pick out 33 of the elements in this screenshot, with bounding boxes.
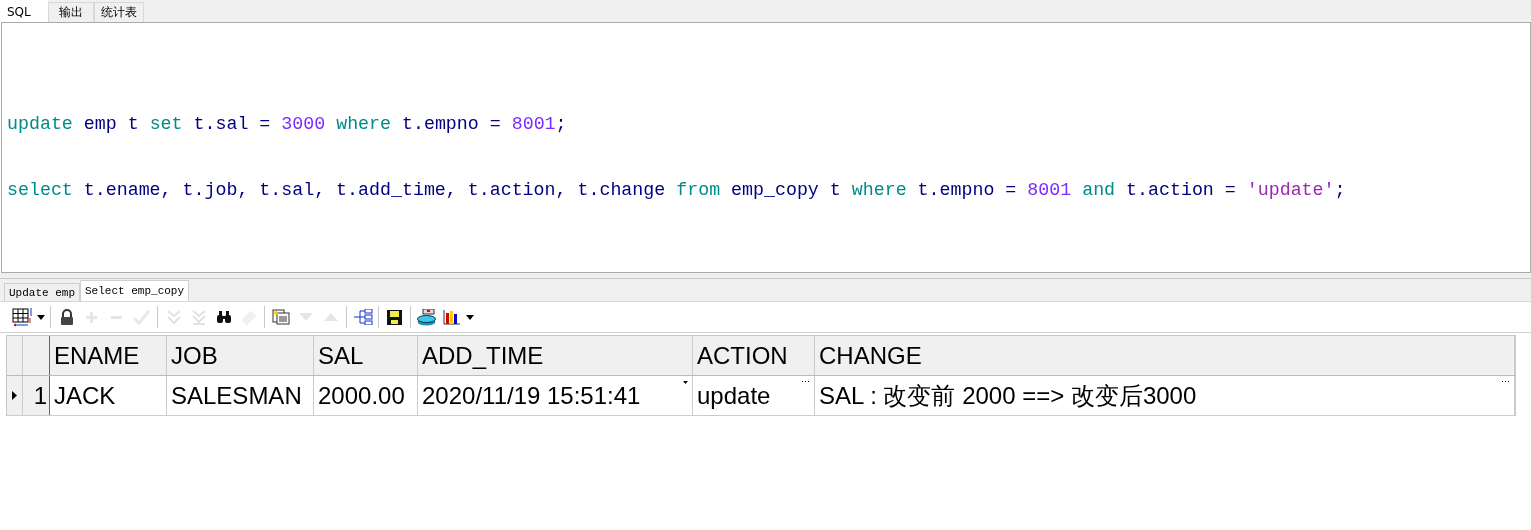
dropdown-arrow-icon[interactable]	[466, 314, 474, 320]
table-cell: 2000.00	[318, 381, 405, 410]
document-icon[interactable]	[271, 309, 290, 325]
database-icon[interactable]	[417, 308, 436, 326]
lock-icon[interactable]	[59, 308, 74, 326]
code-line: select t.ename, t.job, t.sal, t.add_time, t.action, t.change from emp_copy t where t.empno = 8001 and t.action = 'update';	[7, 179, 1347, 202]
column-header[interactable]: SAL	[314, 336, 418, 375]
column-header[interactable]: ADD_TIME	[418, 336, 693, 375]
dropdown-arrow-icon[interactable]	[683, 381, 688, 384]
table-cell: update	[697, 381, 771, 410]
table-cell: SALESMAN	[171, 381, 302, 410]
sql-editor[interactable]: update emp t set t.sal = 3000 where t.empno = 8001; select t.ename, t.job, t.sal, t.add_time, t.action, t.change from emp_copy t where t.empno = 8001 and t.action = 'update';	[1, 22, 1531, 273]
editor-tab[interactable]: 统计表	[94, 2, 144, 22]
code-line: update emp t set t.sal = 3000 where t.empno = 8001;	[7, 113, 568, 136]
result-tab[interactable]: Update emp	[4, 283, 80, 301]
grid-icon[interactable]	[11, 307, 34, 327]
column-header[interactable]: CHANGE	[815, 336, 1515, 375]
tree-icon[interactable]	[352, 309, 373, 325]
dropdown-arrow-icon[interactable]	[37, 314, 45, 320]
column-header[interactable]: ENAME	[50, 336, 167, 375]
row-number: 1	[23, 376, 50, 415]
table-cell-text: SAL : 改变前 2000 ==> 改变后3000	[819, 380, 1197, 411]
bar-chart-icon[interactable]	[442, 309, 461, 325]
editor-tab[interactable]: SQL	[0, 0, 48, 22]
current-row-icon	[12, 391, 17, 400]
result-tab[interactable]: Select emp_copy	[80, 280, 190, 301]
binoculars-icon[interactable]	[215, 310, 232, 324]
column-header[interactable]: JOB	[167, 336, 314, 375]
column-header[interactable]: ACTION	[693, 336, 815, 375]
table-cell: JACK	[54, 381, 116, 410]
editor-tab[interactable]: 输出	[48, 2, 94, 22]
save-icon[interactable]	[387, 309, 402, 325]
table-cell: 2020/11/19 15:51:41	[422, 381, 641, 410]
